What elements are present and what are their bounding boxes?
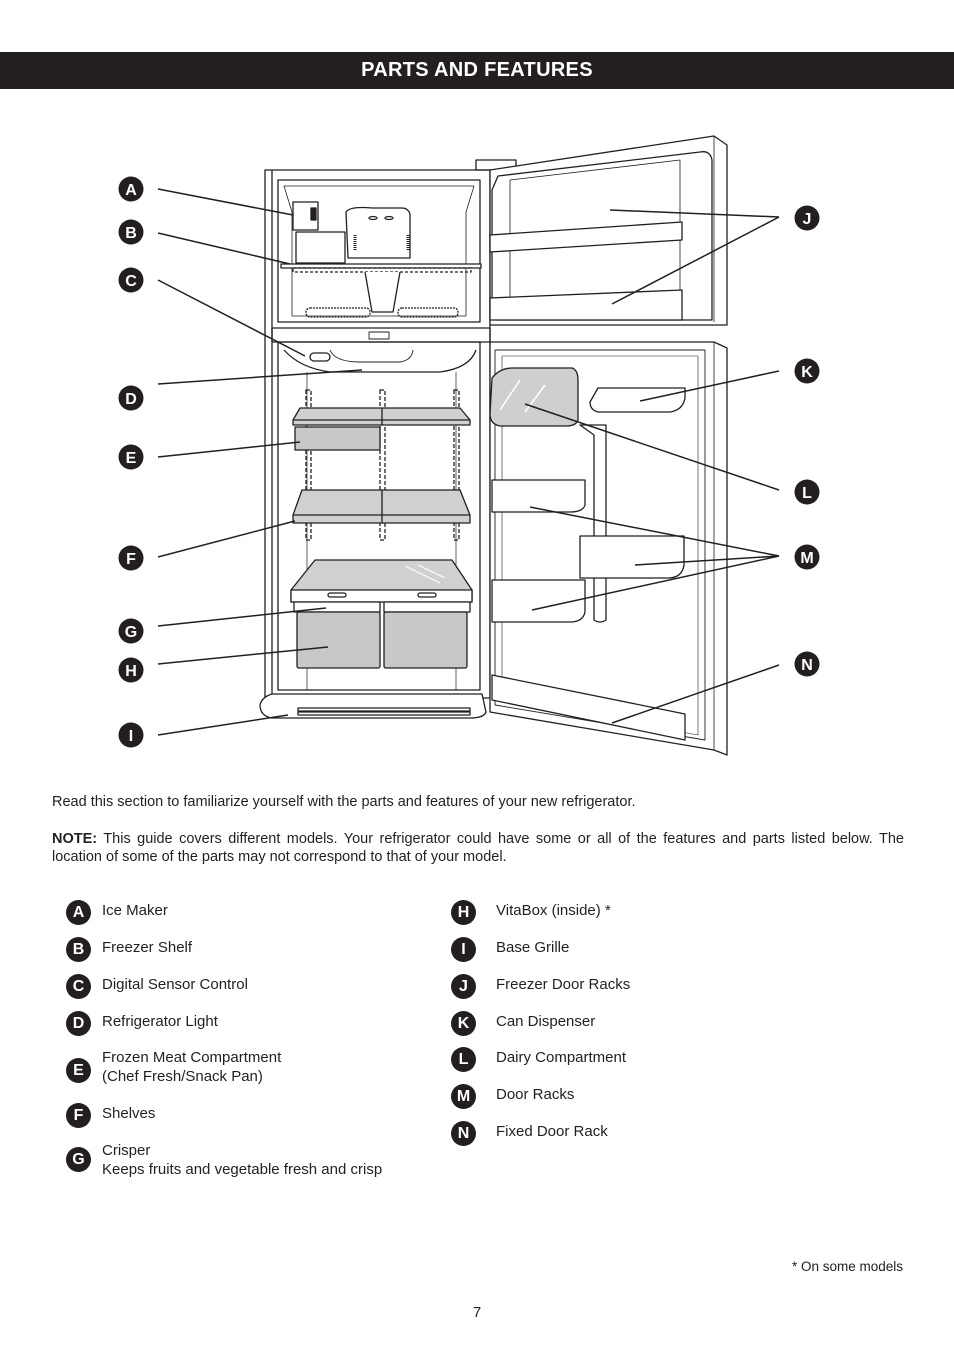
refrigerator-diagram: A B C D E F G H I J K L M N — [118, 135, 820, 756]
callout-label: G — [125, 624, 137, 641]
legend-item-g: G Crisper Keeps fruits and vegetable fresh… — [66, 1142, 382, 1179]
badge-d: D — [66, 1011, 91, 1036]
note-label: NOTE: — [52, 831, 98, 847]
legend-item-j: J Freezer Door Racks — [451, 974, 631, 999]
callout-label: K — [801, 364, 813, 381]
callout-L: L — [794, 479, 820, 505]
callout-label: M — [800, 550, 813, 567]
callout-B: B — [118, 219, 144, 245]
legend-label: Freezer Shelf — [102, 939, 193, 956]
legend-label: Refrigerator Light — [102, 1013, 218, 1030]
freezer-shelf — [280, 263, 482, 318]
legend-label: Ice Maker — [102, 902, 168, 919]
legend-line: Frozen Meat Compartment — [102, 1049, 282, 1066]
note-paragraph: NOTE: This guide covers different models… — [52, 830, 904, 866]
legend-line: (Chef Fresh/Snack Pan) — [102, 1067, 263, 1085]
legend-item-n: N Fixed Door Rack — [451, 1121, 608, 1146]
callout-G: G — [118, 618, 144, 644]
callout-label: B — [125, 225, 137, 242]
callout-C: C — [118, 267, 144, 293]
badge-j: J — [451, 974, 476, 999]
badge-i: I — [451, 937, 476, 962]
badge-n: N — [451, 1121, 476, 1146]
badge-e: E — [66, 1058, 91, 1083]
legend-item-c: C Digital Sensor Control — [66, 974, 248, 999]
callout-A: A — [118, 176, 144, 202]
legend-label: Dairy Compartment — [496, 1049, 627, 1066]
upper-shelf — [292, 407, 471, 426]
legend-line: Keeps fruits and vegetable fresh and cri… — [102, 1160, 383, 1178]
callout-label: J — [803, 211, 812, 228]
callout-label: A — [125, 182, 137, 199]
section-title: PARTS AND FEATURES — [361, 59, 593, 81]
legend-label: VitaBox (inside) * — [496, 902, 611, 919]
note-text: This guide covers different models. Your… — [52, 831, 904, 865]
legend-item-e: E Frozen Meat Compartment (Chef Fresh/Snac… — [66, 1049, 281, 1086]
legend-label: Fixed Door Rack — [496, 1123, 608, 1140]
legend-label: Can Dispenser — [496, 1013, 596, 1030]
legend-item-k: K Can Dispenser — [451, 1011, 596, 1036]
callout-label: L — [802, 485, 812, 502]
badge-l: L — [451, 1047, 476, 1072]
badge-m: M — [451, 1084, 476, 1109]
snack-pan — [294, 426, 381, 451]
page-number: 7 — [472, 1304, 482, 1321]
badge-k: K — [451, 1011, 476, 1036]
callout-label: N — [801, 657, 813, 674]
legend-item-f: F Shelves — [66, 1103, 156, 1128]
callout-label: H — [125, 663, 137, 680]
footnote: * On some models — [791, 1259, 903, 1274]
legend-label: Base Grille — [496, 939, 570, 956]
legend-item-i: I Base Grille — [451, 937, 570, 962]
legend-item-m: M Door Racks — [451, 1084, 575, 1109]
ice-maker — [292, 201, 411, 264]
callout-H: H — [118, 657, 144, 683]
section-header: PARTS AND FEATURES — [0, 52, 954, 89]
badge-f: F — [66, 1103, 91, 1128]
badge-c: C — [66, 974, 91, 999]
callout-label: F — [126, 551, 136, 568]
legend-label: Freezer Door Racks — [496, 976, 631, 993]
crisper — [290, 559, 473, 669]
callout-D: D — [118, 385, 144, 411]
legend-label: Crisper Keeps fruits and vegetable fresh … — [102, 1142, 382, 1179]
callout-label: I — [129, 728, 133, 745]
lower-shelf — [292, 489, 471, 524]
callout-E: E — [118, 444, 144, 470]
legend-item-l: L Dairy Compartment — [451, 1047, 627, 1072]
callout-F: F — [118, 545, 144, 571]
freezer-door — [475, 135, 728, 326]
legend-item-d: D Refrigerator Light — [66, 1011, 218, 1036]
callout-J: J — [794, 205, 820, 231]
callout-label: E — [126, 450, 137, 467]
legend-item-h: H VitaBox (inside) * — [451, 900, 611, 925]
badge-g: G — [66, 1147, 91, 1172]
callout-label: D — [125, 391, 137, 408]
badge-h: H — [451, 900, 476, 925]
intro-text: Read this section to familiarize yoursel… — [52, 794, 636, 810]
legend-label: Door Racks — [496, 1086, 575, 1103]
legend-label: Digital Sensor Control — [102, 976, 248, 993]
callout-M: M — [794, 544, 820, 570]
badge-b: B — [66, 937, 91, 962]
legend-label: Shelves — [102, 1105, 156, 1122]
badge-a: A — [66, 900, 91, 925]
callout-I: I — [118, 722, 144, 748]
callout-N: N — [794, 651, 820, 677]
legend-line: Crisper — [102, 1142, 151, 1159]
callout-K: K — [794, 358, 820, 384]
legend-item-b: B Freezer Shelf — [66, 937, 193, 962]
legend-label: Frozen Meat Compartment (Chef Fresh/Snack… — [102, 1049, 281, 1086]
legend-item-a: A Ice Maker — [66, 900, 168, 925]
callout-label: C — [125, 273, 137, 290]
base-grille — [259, 693, 487, 719]
